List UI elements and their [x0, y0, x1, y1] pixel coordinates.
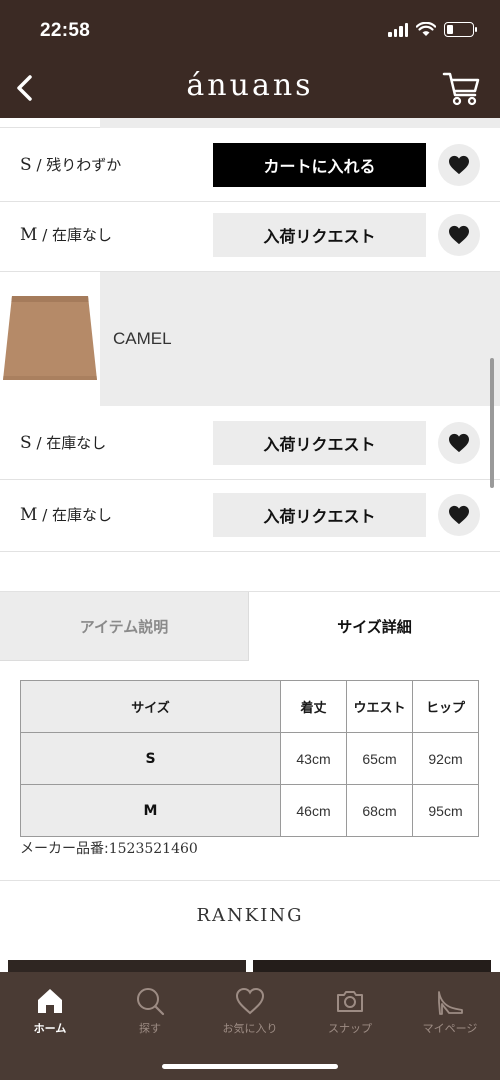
favorite-button[interactable]: [438, 214, 480, 256]
restock-request-button[interactable]: 入荷リクエスト: [213, 421, 426, 465]
ranking-title: RANKING: [0, 880, 500, 952]
tab-item-description[interactable]: アイテム説明: [0, 592, 249, 661]
home-icon: [38, 989, 62, 1013]
status-time: 22:58: [40, 20, 91, 41]
heart-icon: [449, 505, 469, 525]
favorite-button[interactable]: [438, 422, 480, 464]
previous-color-strip: [0, 118, 500, 128]
nav-home[interactable]: ホーム: [0, 980, 100, 1040]
size-stock-label: S / 在庫なし: [20, 433, 107, 453]
heart-icon: [449, 155, 469, 175]
size-stock-label: M / 在庫なし: [20, 505, 113, 525]
table-row: M 46cm 68cm 95cm: [20, 784, 479, 837]
battery-icon: [444, 22, 477, 37]
scrollbar[interactable]: [490, 358, 494, 488]
heart-icon: [449, 433, 469, 453]
nav-favorites[interactable]: お気に入り: [200, 980, 300, 1040]
table-cell: 95cm: [412, 784, 479, 837]
skirt-thumbnail: [0, 272, 100, 406]
heart-icon: [449, 225, 469, 245]
brand-logo[interactable]: ánuans: [0, 68, 500, 103]
restock-request-button[interactable]: 入荷リクエスト: [213, 213, 426, 257]
table-cell: 68cm: [346, 784, 413, 837]
size-table: サイズ 着丈 ウエスト ヒップ S 43cm 65cm 92cm M 46cm …: [20, 680, 479, 837]
table-header: サイズ: [20, 680, 281, 733]
table-header: ウエスト: [346, 680, 413, 733]
tab-size-details[interactable]: サイズ詳細: [249, 592, 500, 661]
signal-icon: [388, 22, 408, 37]
table-cell: 92cm: [412, 732, 479, 785]
detail-tabs: アイテム説明 サイズ詳細: [0, 591, 500, 661]
heart-icon: [235, 987, 265, 1015]
home-indicator: [162, 1064, 338, 1069]
restock-request-button[interactable]: 入荷リクエスト: [213, 493, 426, 537]
maker-number: 1523521460: [108, 841, 198, 857]
favorite-button[interactable]: [438, 494, 480, 536]
heel-icon: [438, 991, 463, 1015]
size-row-s: S / 残りわずか カートに入れる: [0, 128, 500, 202]
size-stock-label: M / 在庫なし: [20, 225, 113, 245]
maker-part-number: メーカー品番:1523521460: [20, 838, 198, 858]
size-row-s-camel: S / 在庫なし 入荷リクエスト: [0, 406, 500, 480]
table-header-row: サイズ 着丈 ウエスト ヒップ: [20, 680, 479, 733]
size-row-m-camel: M / 在庫なし 入荷リクエスト: [0, 478, 500, 552]
skirt-image: [3, 296, 97, 380]
favorite-button[interactable]: [438, 144, 480, 186]
add-to-cart-button[interactable]: カートに入れる: [213, 143, 426, 187]
table-cell: 43cm: [280, 732, 347, 785]
nav-mypage[interactable]: マイページ: [400, 980, 500, 1040]
table-cell: M: [20, 784, 281, 837]
size-row-m: M / 在庫なし 入荷リクエスト: [0, 198, 500, 272]
table-cell: 46cm: [280, 784, 347, 837]
app-header: 22:58 ánuans: [0, 0, 500, 118]
nav-row: ánuans: [0, 64, 500, 112]
status-icons: [388, 22, 477, 37]
nav-search[interactable]: 探す: [100, 980, 200, 1040]
table-header: 着丈: [280, 680, 347, 733]
table-header: ヒップ: [412, 680, 479, 733]
wifi-icon: [416, 22, 436, 36]
table-cell: 65cm: [346, 732, 413, 785]
cart-icon[interactable]: [442, 68, 482, 108]
color-row-camel[interactable]: CAMEL: [0, 272, 500, 406]
camera-icon: [337, 991, 363, 1012]
maker-label: メーカー品番:: [20, 841, 109, 857]
search-icon: [137, 988, 165, 1016]
size-stock-label: S / 残りわずか: [20, 155, 122, 175]
color-name: CAMEL: [113, 329, 172, 348]
table-row: S 43cm 65cm 92cm: [20, 732, 479, 785]
nav-snap[interactable]: スナップ: [300, 980, 400, 1040]
table-cell: S: [20, 732, 281, 785]
